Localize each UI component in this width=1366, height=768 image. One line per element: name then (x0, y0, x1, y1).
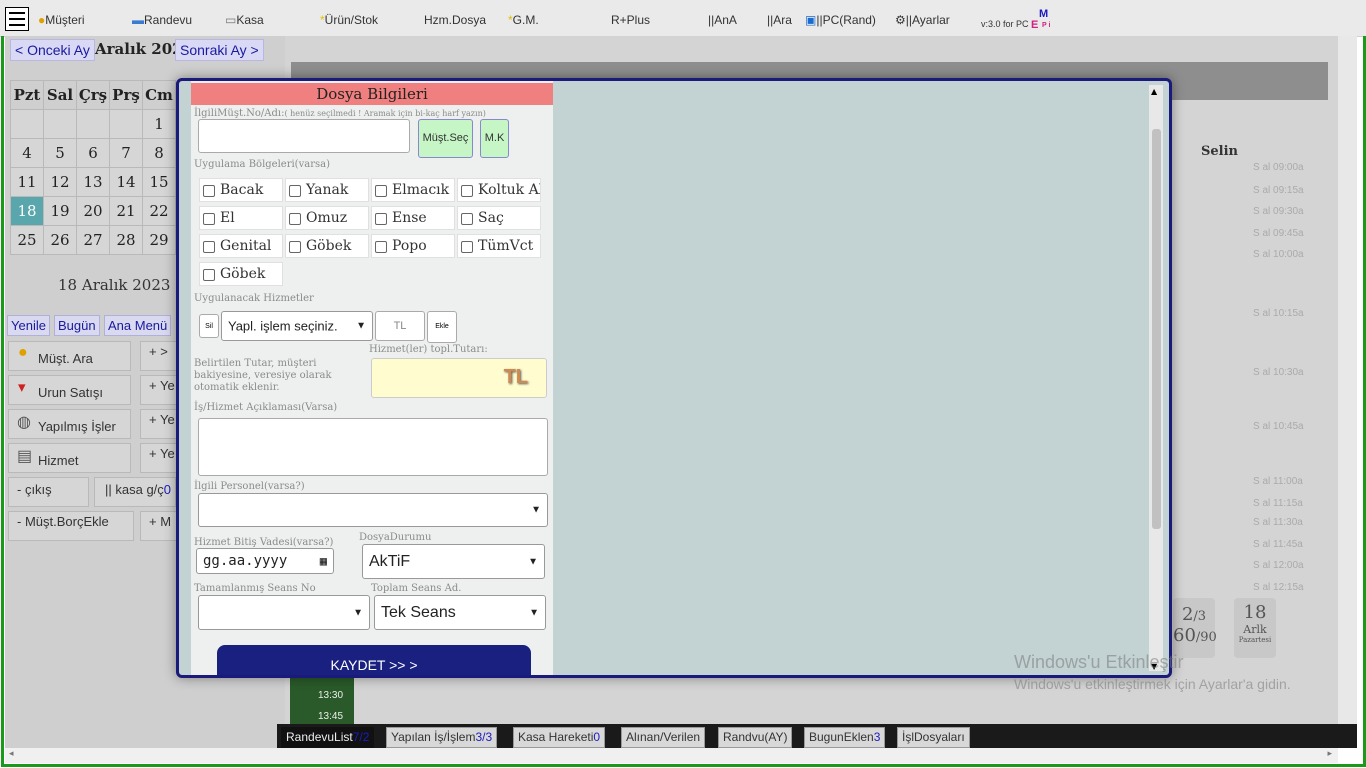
sil-button[interactable]: Sil (199, 314, 219, 338)
islem-select[interactable]: Yapl. işlem seçiniz. ▼ (221, 311, 373, 341)
bolge-checkbox[interactable]: Saç (457, 206, 541, 230)
bolge-checkbox[interactable]: Koltuk Altı (457, 178, 541, 202)
menu-ayarlar[interactable]: ⚙||Ayarlar (895, 13, 950, 27)
musteri-input[interactable] (198, 119, 410, 153)
page-vertical-scrollbar[interactable] (1338, 36, 1357, 726)
kaydet-button[interactable]: KAYDET >> > (217, 645, 531, 675)
modal-scrollbar[interactable]: ▲ ▼ (1149, 85, 1163, 671)
cash-icon: ▭ (225, 13, 237, 27)
tab-alinan-verilen[interactable]: Alınan/Verilen (621, 727, 706, 748)
durum-select[interactable]: AkTiF ▼ (362, 544, 545, 579)
scroll-left-arrow[interactable]: ◂ (9, 749, 14, 759)
hamburger-menu-icon[interactable] (5, 7, 29, 31)
menu-pc-rand[interactable]: ▣||PC(Rand) (805, 13, 876, 27)
monitor-icon: ▣ (805, 13, 817, 27)
menu-hzm-dosya[interactable]: Hzm.Dosya (424, 13, 486, 27)
toplam-label: Hizmet(ler) topl.Tutarı: (369, 344, 488, 355)
bolge-checkbox[interactable]: Göbek (285, 234, 369, 258)
checkbox[interactable] (375, 213, 387, 225)
bolge-checkbox[interactable]: Yanak (285, 178, 369, 202)
bolge-checkbox[interactable]: TümVct (457, 234, 541, 258)
gear-icon: ⚙ (895, 13, 906, 27)
mk-button[interactable]: M.K (480, 119, 509, 158)
bolge-checkbox[interactable]: Göbek (199, 262, 283, 286)
personel-label: İlgili Personel(varsa?) (194, 481, 305, 492)
checkbox[interactable] (375, 241, 387, 253)
checkbox[interactable] (461, 213, 473, 225)
chevron-down-icon: ▼ (353, 607, 363, 618)
toplam-tutar-box: TL (371, 358, 547, 398)
toplam-seans-select[interactable]: Tek Seans ▼ (374, 595, 546, 630)
toplam-seans-label: Toplam Seans Ad. (371, 583, 462, 594)
checkbox[interactable] (203, 213, 215, 225)
tab-randevu-ay[interactable]: Randvu(AY) (718, 727, 793, 748)
tab-randevu-list[interactable]: RandevuList7/2 (281, 727, 375, 748)
bolge-checkbox[interactable]: Ense (371, 206, 455, 230)
scroll-right-arrow[interactable]: ▸ (1327, 749, 1332, 759)
checkbox[interactable] (289, 213, 301, 225)
menu-urun-stok[interactable]: *Ürün/Stok (320, 13, 378, 27)
tab-yapilan-is[interactable]: Yapılan İş/İşlem3/3 (386, 727, 498, 748)
hizmet-label: Uygulanacak Hizmetler (194, 293, 314, 304)
top-menu-bar: ●Müşteri ▬Randevu ▭Kasa *Ürün/Stok Hzm.D… (0, 0, 1366, 37)
vade-label: Hizmet Bitiş Vadesi(varsa?) (194, 537, 334, 548)
dosya-modal: ▲ ▼ Dosya Bilgileri İlgiliMüşt.No/Adı:( … (176, 78, 1172, 678)
menu-kasa[interactable]: ▭Kasa (225, 13, 264, 27)
menu-gm[interactable]: *G.M. (508, 13, 539, 27)
windows-activation-watermark: Windows'u Etkinleştir Windows'u etkinleş… (1014, 652, 1291, 692)
checkbox[interactable] (203, 241, 215, 253)
bottom-tab-bar: RandevuList7/2 Yapılan İş/İşlem3/3 Kasa … (277, 724, 1357, 748)
aciklama-label: İş/Hizmet Açıklaması(Varsa) (194, 402, 338, 413)
page-horizontal-scrollbar[interactable]: ◂ ▸ (5, 748, 1338, 763)
bolge-checkbox[interactable]: Bacak (199, 178, 283, 202)
vade-date-input[interactable]: gg.aa.yyyy ▦ (196, 548, 334, 574)
bolge-checkbox[interactable]: El (199, 206, 283, 230)
bolge-checkbox[interactable]: Popo (371, 234, 455, 258)
bolge-label: Uygulama Bölgeleri(varsa) (194, 159, 330, 170)
scroll-up-arrow[interactable]: ▲ (1151, 87, 1157, 96)
menu-ara[interactable]: ||Ara (767, 13, 792, 27)
version-label: v:3.0 for PC (981, 19, 1029, 29)
tl-input[interactable]: TL (375, 311, 425, 341)
checkbox[interactable] (375, 185, 387, 197)
bolge-checkbox[interactable]: Elmacık (371, 178, 455, 202)
chevron-down-icon: ▼ (531, 504, 541, 516)
checkbox[interactable] (461, 185, 473, 197)
dosya-form: Dosya Bilgileri İlgiliMüşt.No/Adı:( henü… (191, 81, 553, 675)
chevron-down-icon: ▼ (528, 556, 538, 567)
seans-no-select[interactable]: ▼ (198, 595, 370, 630)
must-sec-button[interactable]: Müşt.Seç (418, 119, 473, 158)
bolge-checkbox[interactable]: Genital (199, 234, 283, 258)
form-title: Dosya Bilgileri (191, 83, 553, 105)
musteri-label: İlgiliMüşt.No/Adı:( henüz seçilmedi ! Ar… (194, 108, 486, 119)
durum-label: DosyaDurumu (359, 532, 432, 543)
checkbox[interactable] (203, 269, 215, 281)
menu-r-plus[interactable]: R+Plus (611, 13, 650, 27)
checkbox[interactable] (289, 241, 301, 253)
checkbox[interactable] (289, 185, 301, 197)
ekle-button[interactable]: Ekle (427, 311, 457, 343)
menu-randevu[interactable]: ▬Randevu (132, 13, 192, 27)
chevron-down-icon: ▼ (529, 607, 539, 618)
checkbox[interactable] (203, 185, 215, 197)
info-text: Belirtilen Tutar, müşteri bakiyesine, ve… (194, 358, 332, 393)
app-logo: MEP i (1031, 8, 1051, 31)
aciklama-textarea[interactable] (198, 418, 548, 476)
menu-ana[interactable]: ||AnA (708, 13, 737, 27)
calendar-icon[interactable]: ▦ (320, 554, 327, 568)
modal-scrollbar-thumb[interactable] (1152, 129, 1161, 529)
seans-no-label: Tamamlanmış Seans No (194, 583, 316, 594)
personel-select[interactable]: ▼ (198, 493, 548, 527)
tab-kasa-hareketi[interactable]: Kasa Hareketi0 (513, 727, 606, 748)
bolge-checkbox[interactable]: Omuz (285, 206, 369, 230)
calendar-icon: ▬ (132, 13, 144, 27)
tab-bugun-eklen[interactable]: BugunEklen3 (804, 727, 886, 748)
menu-musteri[interactable]: ●Müşteri (38, 13, 85, 27)
chevron-down-icon: ▼ (356, 320, 366, 332)
tab-isl-dosyalari[interactable]: İşlDosyaları (897, 727, 970, 748)
checkbox[interactable] (461, 241, 473, 253)
